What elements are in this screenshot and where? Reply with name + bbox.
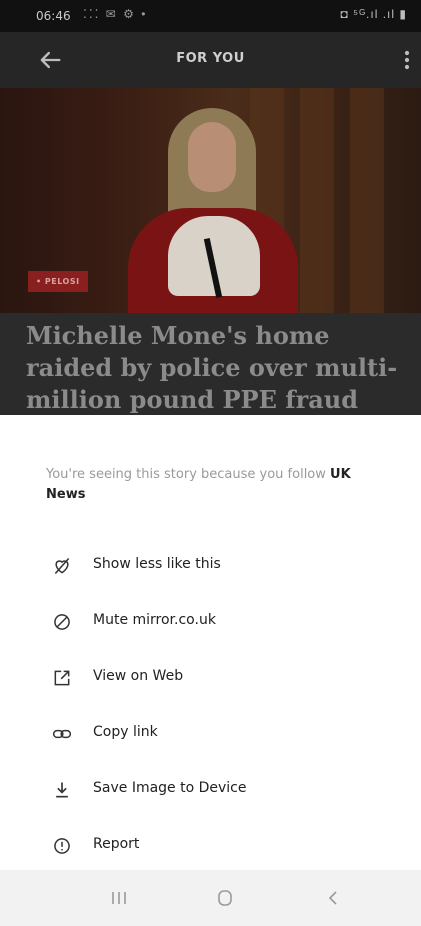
menu-item-label: Copy link: [93, 724, 158, 740]
link-icon: [52, 729, 72, 739]
system-status-icons: ◘ ⁵ᴳ.ıl .ıl ▮: [340, 7, 407, 21]
menu-item-save-image[interactable]: Save Image to Device: [0, 762, 421, 818]
background-panel: [350, 88, 384, 313]
options-bottom-sheet: You're seeing this story because you fol…: [0, 415, 421, 870]
menu-item-label: Mute mirror.co.uk: [93, 612, 216, 628]
app-background: 06:46 ⁚⁚⁚ ✉ ⚙ • ◘ ⁵ᴳ.ıl .ıl ▮ FOR YOU • …: [0, 0, 421, 415]
menu-item-report[interactable]: Report: [0, 818, 421, 874]
article-hero-image[interactable]: • PELOSI: [0, 88, 421, 313]
more-vertical-icon[interactable]: [397, 46, 417, 74]
category-badge: • PELOSI: [28, 271, 88, 292]
info-icon: [54, 838, 70, 854]
recents-icon[interactable]: [104, 886, 134, 910]
download-icon: [56, 782, 68, 798]
article-headline[interactable]: Michelle Mone's home raided by police ov…: [26, 320, 406, 415]
photo-figure-face: [188, 122, 236, 192]
menu-item-copy-link[interactable]: Copy link: [0, 706, 421, 762]
background-panel: [300, 88, 334, 313]
back-chevron-icon[interactable]: [318, 886, 348, 910]
system-navigation-bar: [0, 870, 421, 926]
app-bar: FOR YOU: [0, 32, 421, 88]
heart-slash-icon: [54, 558, 70, 574]
menu-item-label: Save Image to Device: [93, 780, 247, 796]
page-title: FOR YOU: [176, 51, 245, 66]
recommendation-reason: You're seeing this story because you fol…: [46, 465, 391, 505]
menu-item-label: Show less like this: [93, 556, 221, 572]
status-time: 06:46: [36, 9, 71, 23]
menu-item-label: Report: [93, 836, 140, 852]
menu-item-label: View on Web: [93, 668, 184, 684]
home-icon[interactable]: [210, 886, 240, 910]
open-external-icon: [54, 670, 70, 686]
reason-text: You're seeing this story because you fol…: [46, 467, 331, 482]
menu-item-show-less[interactable]: Show less like this: [0, 538, 421, 594]
block-icon: [54, 614, 70, 630]
notification-icons: ⁚⁚⁚ ✉ ⚙ •: [83, 7, 148, 21]
menu-item-view-on-web[interactable]: View on Web: [0, 650, 421, 706]
menu-item-mute[interactable]: Mute mirror.co.uk: [0, 594, 421, 650]
status-bar: 06:46 ⁚⁚⁚ ✉ ⚙ • ◘ ⁵ᴳ.ıl .ıl ▮: [0, 0, 421, 32]
options-menu: Show less like this Mute mirror.co.uk Vi…: [0, 538, 421, 874]
